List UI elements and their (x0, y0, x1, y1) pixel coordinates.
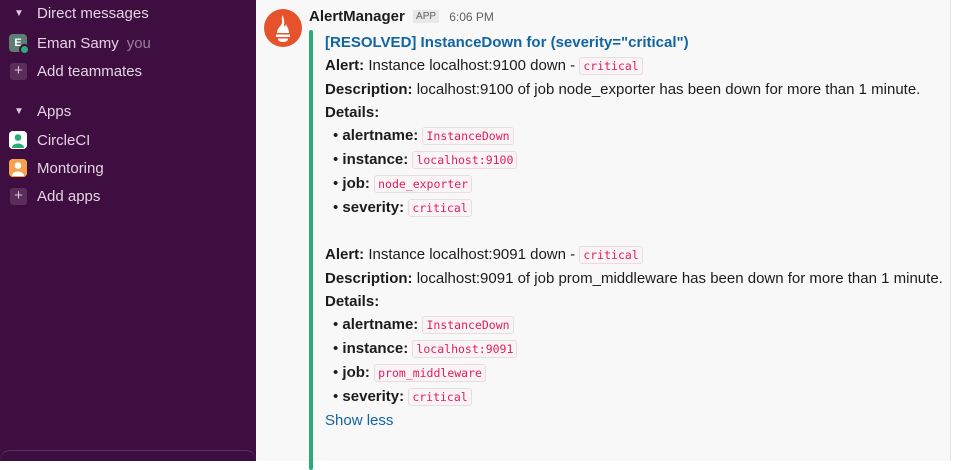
severity-code: critical (579, 246, 643, 264)
sidebar-item-montoring[interactable]: Montoring (0, 155, 256, 181)
alert-text: Instance localhost:9091 down - (368, 246, 576, 263)
caret-down-icon: ▼ (14, 7, 24, 19)
monitoring-app-icon (9, 159, 27, 177)
sidebar: ▼ Direct messages E Eman Samy you + Add … (0, 0, 256, 461)
alert-block: Alert: Instance localhost:9091 down - cr… (325, 243, 945, 409)
sidebar-section-direct-messages[interactable]: ▼ Direct messages (0, 0, 256, 26)
alert-line: Alert: Instance localhost:9091 down - cr… (325, 243, 945, 267)
details-label: Details: (325, 104, 380, 121)
alert-label: Alert: (325, 246, 365, 263)
severity-code: critical (579, 57, 643, 75)
avatar: E (9, 34, 30, 55)
user-name: Eman Samy (37, 34, 119, 52)
sidebar-item-self-dm[interactable]: E Eman Samy you (0, 30, 256, 56)
circleci-app-icon (9, 131, 27, 149)
sidebar-footer-divider (0, 450, 256, 462)
list-item: job: node_exporter (333, 172, 945, 196)
detail-value: critical (408, 388, 472, 406)
detail-key: alertname: (342, 316, 419, 333)
list-item: job: prom_middleware (333, 361, 945, 385)
details-list: alertname: InstanceDown instance: localh… (325, 124, 945, 220)
add-teammates-button[interactable]: + Add teammates (0, 58, 256, 84)
you-label: you (126, 34, 151, 52)
details-label: Details: (325, 293, 380, 310)
attachment-color-bar (309, 30, 313, 470)
alert-label: Alert: (325, 57, 365, 74)
section-label: Direct messages (37, 4, 149, 22)
description-label: Description: (325, 270, 413, 287)
add-teammates-label: Add teammates (37, 62, 143, 80)
details-list: alertname: InstanceDown instance: localh… (325, 313, 945, 409)
detail-key: severity: (342, 199, 405, 216)
alert-block: Alert: Instance localhost:9100 down - cr… (325, 54, 945, 220)
sender-name[interactable]: AlertManager (309, 8, 405, 25)
timestamp[interactable]: 6:06 PM (449, 10, 494, 24)
detail-value: InstanceDown (422, 316, 514, 334)
add-apps-label: Add apps (37, 187, 101, 205)
detail-value: InstanceDown (422, 127, 514, 145)
app-label: CircleCI (37, 131, 91, 149)
list-item: alertname: InstanceDown (333, 124, 945, 148)
scrollbar[interactable] (950, 0, 961, 461)
presence-dot-icon (19, 44, 30, 55)
section-label: Apps (37, 102, 72, 120)
details-heading: Details: (325, 290, 945, 313)
detail-key: alertname: (342, 127, 419, 144)
add-apps-button[interactable]: + Add apps (0, 183, 256, 209)
sidebar-item-circleci[interactable]: CircleCI (0, 127, 256, 153)
description-label: Description: (325, 81, 413, 98)
list-item: severity: critical (333, 196, 945, 220)
description-text: localhost:9091 of job prom_middleware ha… (416, 270, 943, 287)
app-badge: APP (413, 10, 440, 23)
detail-value: localhost:9091 (412, 340, 518, 358)
alert-line: Alert: Instance localhost:9100 down - cr… (325, 54, 945, 78)
message-header: AlertManager APP 6:06 PM (309, 8, 494, 25)
detail-value: localhost:9100 (412, 151, 518, 169)
app-label: Montoring (37, 159, 104, 177)
list-item: instance: localhost:9091 (333, 337, 945, 361)
show-less-link[interactable]: Show less (325, 409, 945, 432)
alert-text: Instance localhost:9100 down - (368, 57, 576, 74)
plus-icon: + (10, 187, 27, 205)
prometheus-logo-icon[interactable] (264, 9, 302, 47)
list-item: severity: critical (333, 385, 945, 409)
detail-value: node_exporter (374, 175, 473, 193)
detail-key: instance: (342, 151, 409, 168)
description-line: Description: localhost:9100 of job node_… (325, 78, 945, 101)
plus-icon: + (10, 62, 27, 80)
caret-down-icon: ▼ (14, 105, 24, 117)
sidebar-section-apps[interactable]: ▼ Apps (0, 98, 256, 124)
list-item: alertname: InstanceDown (333, 313, 945, 337)
details-heading: Details: (325, 101, 945, 124)
detail-key: job: (342, 364, 370, 381)
description-line: Description: localhost:9091 of job prom_… (325, 267, 945, 290)
attachment: [RESOLVED] InstanceDown for (severity="c… (325, 31, 945, 432)
detail-value: critical (408, 199, 472, 217)
list-item: instance: localhost:9100 (333, 148, 945, 172)
message-pane: AlertManager APP 6:06 PM [RESOLVED] Inst… (256, 0, 961, 470)
detail-key: severity: (342, 388, 405, 405)
detail-key: instance: (342, 340, 409, 357)
detail-key: job: (342, 175, 370, 192)
description-text: localhost:9100 of job node_exporter has … (416, 81, 921, 98)
attachment-title-link[interactable]: [RESOLVED] InstanceDown for (severity="c… (325, 31, 945, 54)
detail-value: prom_middleware (374, 364, 486, 382)
